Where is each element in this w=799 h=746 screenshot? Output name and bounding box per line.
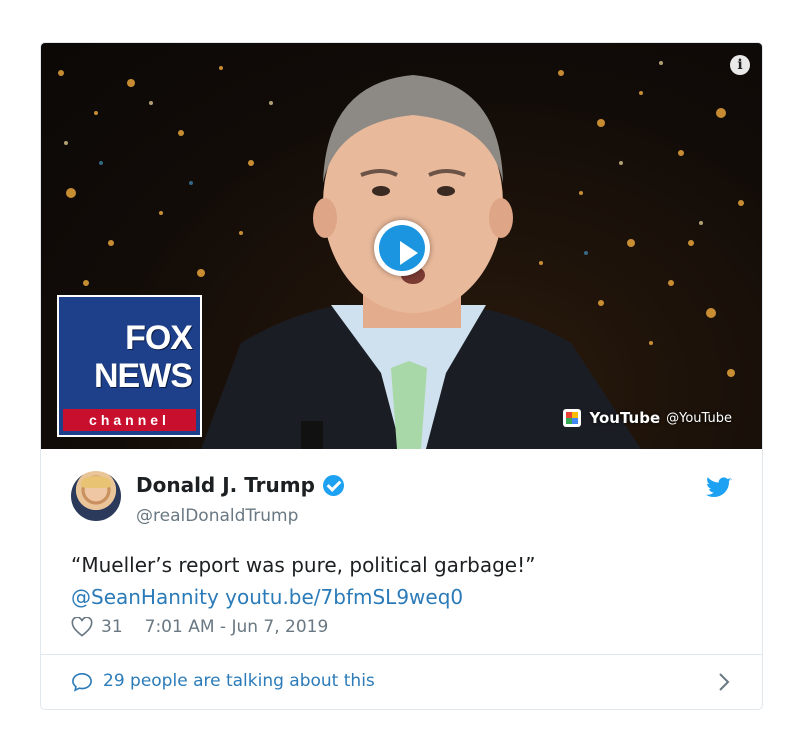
timestamp[interactable]: 7:01 AM - Jun 7, 2019 [145,617,329,637]
tweet-meta: 31 7:01 AM - Jun 7, 2019 [71,617,328,637]
author-handle[interactable]: @realDonaldTrump [136,506,298,526]
conversation-footer[interactable]: 29 people are talking about this [41,654,762,709]
youtube-logo-icon [563,409,582,427]
logo-text-news: NEWS [94,357,193,395]
fox-news-logo: FOX NEWS channel [57,295,202,437]
tweet-quote: “Mueller’s report was pure, political ga… [71,553,536,577]
author-name-text: Donald J. Trump [136,473,315,497]
youtube-source-badge[interactable]: YouTube @YouTube [563,407,732,429]
tweet-text: “Mueller’s report was pure, political ga… [71,549,731,613]
video-thumbnail[interactable]: FOX NEWS channel i YouTube @YouTube [41,43,762,449]
verified-badge-icon [322,474,344,496]
like-count[interactable]: 31 [101,617,123,637]
heart-icon[interactable] [71,617,93,637]
twitter-bird-icon[interactable] [706,477,732,499]
talking-about-link[interactable]: 29 people are talking about this [103,671,375,691]
avatar[interactable] [71,471,121,521]
youtube-handle: @YouTube [666,410,732,426]
logo-text-fox: FOX [125,319,193,357]
author-name[interactable]: Donald J. Trump [136,473,344,497]
mention-link[interactable]: @SeanHannity [71,585,219,609]
youtube-name: YouTube [589,409,661,427]
video-link[interactable]: youtu.be/7bfmSL9weq0 [225,585,463,609]
play-icon [379,225,425,271]
tweet-body: Donald J. Trump @realDonaldTrump “Muelle… [41,449,762,654]
play-button[interactable] [374,220,430,276]
logo-text-channel: channel [63,409,196,431]
speech-bubble-icon [72,672,92,692]
tweet-embed-card: FOX NEWS channel i YouTube @YouTube Dona… [40,42,763,710]
chevron-right-icon [719,673,730,691]
info-icon[interactable]: i [730,55,750,75]
